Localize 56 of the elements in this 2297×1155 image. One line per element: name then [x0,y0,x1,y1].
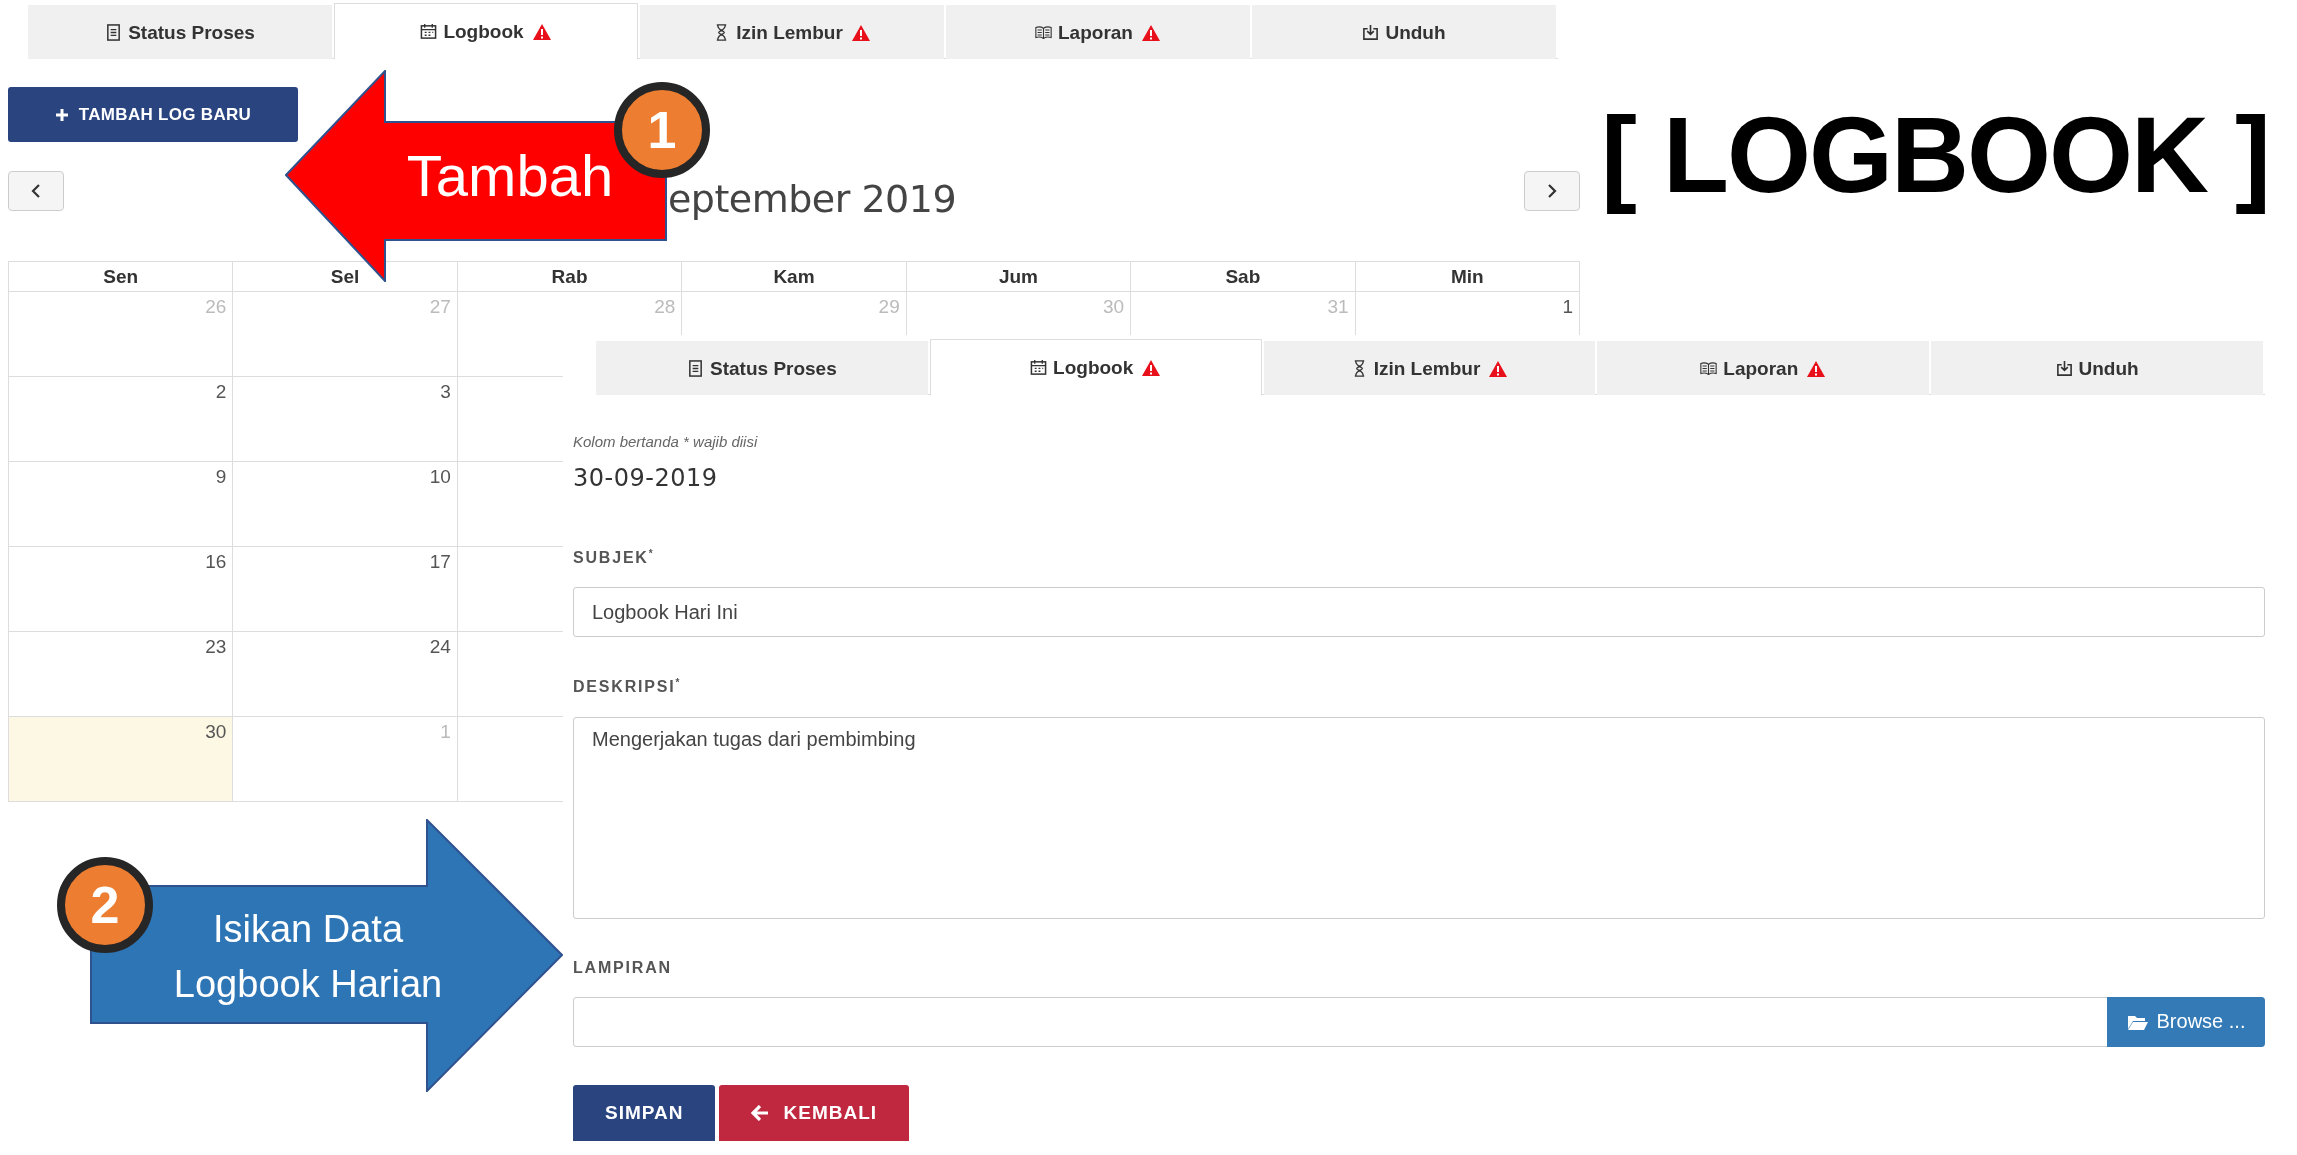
day-number[interactable]: 16 [205,551,227,572]
month-title: eptember 2019 [666,177,958,221]
document-icon [105,24,123,41]
weekday-header: Jum [906,262,1132,292]
callout-label: Tambah [405,142,615,209]
tab[interactable]: Status Proses [28,5,332,59]
description-field[interactable]: Mengerjakan tugas dari pembimbing [573,716,2265,919]
day-number[interactable]: 24 [429,636,451,657]
tab[interactable]: Logbook [929,339,1262,395]
day-number[interactable]: 17 [429,551,451,572]
tab[interactable]: Izin Lembur [1263,341,1596,395]
day-number[interactable]: 2 [215,381,227,402]
day-number[interactable]: 9 [215,466,227,487]
tab[interactable]: Logbook [334,3,638,59]
arrow-left-icon [751,1104,770,1121]
field-label: DESKRIPSI$^{*}$ [573,677,683,697]
chevron-right-icon [1546,184,1558,198]
day-number[interactable]: 10 [429,466,451,487]
chevron-left-icon [30,184,42,198]
page-title: [ LOGBOOK ] [1601,93,2269,217]
calendar-icon [420,23,438,40]
tab[interactable]: Unduh [1252,5,1556,59]
weekday-header: Sen [9,262,234,292]
step-badge: 1 [614,82,710,178]
day-number[interactable]: 30 [205,721,227,742]
subject-field[interactable]: Logbook Hari Ini [573,587,2265,638]
day-number[interactable]: 1 [1562,296,1573,317]
tab[interactable]: Laporan [946,5,1250,59]
callout-label: Isikan Data Logbook Harian [172,907,444,1007]
calendar-icon [1030,359,1048,376]
next-button[interactable] [1524,171,1580,211]
weekday-header: Min [1355,262,1580,292]
download-icon [2055,360,2073,377]
tab[interactable]: Unduh [1931,341,2263,395]
date-text: 30-09-2019 [573,464,719,492]
weekday-header: Rab [457,262,683,292]
field-label: SUBJEK$^{*}$ [573,548,656,568]
save-button[interactable]: SIMPAN [573,1084,716,1141]
tab[interactable]: Laporan [1597,341,1930,395]
book-icon [1700,360,1718,377]
add-log-button[interactable]: TAMBAH LOG BARU [8,87,298,142]
required-note: Kolom bertanda * wajib diisi [573,433,759,450]
download-icon [1362,24,1380,41]
tab[interactable]: Izin Lembur [640,5,944,59]
previous-button[interactable] [8,171,64,211]
step-badge: 2 [57,857,153,953]
document-icon [687,360,705,377]
tab[interactable]: Status Proses [596,341,928,395]
day-number[interactable]: 23 [205,636,227,657]
back-button[interactable]: KEMBALI [719,1084,910,1141]
day-number[interactable]: 3 [440,381,451,402]
field-label: LAMPIRAN [573,958,673,977]
book-icon [1035,24,1052,41]
weekday-header: Sab [1131,262,1356,292]
plus-icon [54,107,69,122]
weekday-header: Kam [682,262,907,292]
